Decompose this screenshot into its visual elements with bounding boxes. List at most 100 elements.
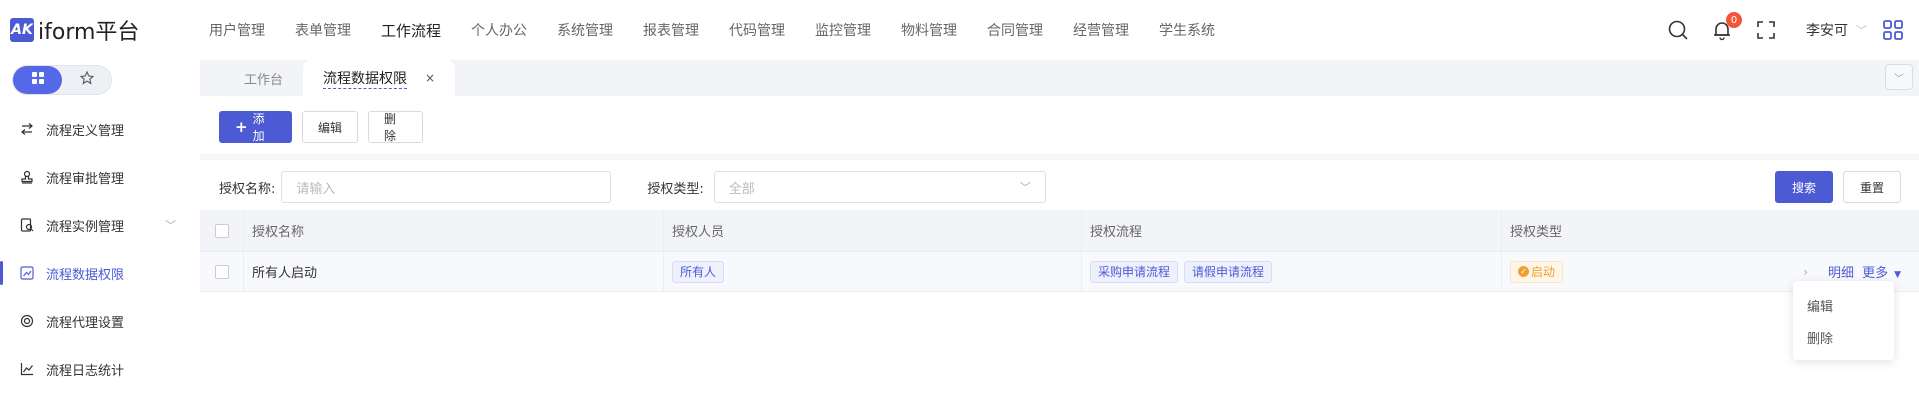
- nav-item-form[interactable]: 表单管理: [295, 20, 351, 40]
- tab-label: 流程数据权限: [323, 68, 407, 89]
- edit-button[interactable]: 编辑: [302, 111, 358, 143]
- edit-chart-icon: [20, 266, 34, 280]
- reset-button[interactable]: 重置: [1842, 171, 1901, 203]
- nav-item-code[interactable]: 代码管理: [729, 20, 785, 40]
- filter-bar: 授权名称: 请输入 授权类型: 全部 ﹀ 搜索 重置: [219, 164, 1919, 210]
- table-row[interactable]: 所有人启动 所有人 采购申请流程 请假申请流程 ✓ 启动 › 明细 更多 ▼: [200, 252, 1919, 292]
- cell-name: 所有人启动: [244, 252, 664, 291]
- chevron-right-icon[interactable]: ›: [1803, 265, 1808, 279]
- chevron-down-icon: ﹀: [1894, 73, 1904, 85]
- nav-item-contract[interactable]: 合同管理: [987, 20, 1043, 40]
- nav-item-report[interactable]: 报表管理: [643, 20, 699, 40]
- name-filter-input[interactable]: 请输入: [281, 171, 612, 203]
- row-checkbox-cell: [200, 252, 244, 291]
- menu-item-delete[interactable]: 删除: [1793, 321, 1894, 353]
- logo-mark: AK: [10, 18, 34, 42]
- stamp-icon: [20, 170, 34, 184]
- top-bar: AK iform平台 用户管理 表单管理 工作流程 个人办公 系统管理 报表管理…: [0, 0, 1919, 60]
- sidebar-item-label: 流程日志统计: [46, 363, 125, 379]
- column-header: 授权流程: [1082, 210, 1502, 251]
- add-button[interactable]: + 添加: [219, 111, 292, 143]
- chevron-down-icon: ﹀: [1019, 181, 1031, 194]
- nav-item-material[interactable]: 物料管理: [901, 20, 957, 40]
- sidebar-item-definition[interactable]: 流程定义管理: [0, 105, 200, 153]
- sidebar-item-approval[interactable]: 流程审批管理: [0, 153, 200, 201]
- arrows-swap-icon: [20, 122, 34, 136]
- nav-item-student[interactable]: 学生系统: [1159, 20, 1215, 40]
- type-filter-label: 授权类型:: [647, 181, 704, 197]
- app-logo[interactable]: AK iform平台: [10, 14, 195, 46]
- nav-item-monitor[interactable]: 监控管理: [815, 20, 871, 40]
- side-menu: 流程定义管理 流程审批管理 流程实例管理 ﹀ 流程数据权限 流程代理设置 流程日…: [0, 105, 200, 393]
- search-button[interactable]: 搜索: [1774, 171, 1833, 203]
- cell-processes: 采购申请流程 请假申请流程: [1082, 252, 1502, 291]
- name-filter-label: 授权名称:: [219, 181, 276, 197]
- tab-data-permission[interactable]: 流程数据权限 ×: [303, 60, 456, 96]
- nav-item-workflow[interactable]: 工作流程: [381, 20, 441, 41]
- table-header: 授权名称 授权人员 授权流程 授权类型: [200, 210, 1919, 252]
- add-label: 添加: [252, 112, 265, 143]
- agent-icon: [20, 314, 34, 328]
- row-actions: › 明细 更多 ▼: [1803, 262, 1901, 282]
- logo-text: iform平台: [38, 20, 140, 45]
- name-filter-placeholder: 请输入: [296, 181, 336, 197]
- type-tag-label: 启动: [1531, 265, 1556, 279]
- tab-workbench[interactable]: 工作台: [244, 60, 283, 96]
- notification-badge: 0: [1726, 12, 1742, 28]
- caret-down-icon: ▼: [1894, 270, 1901, 280]
- permission-table: 授权名称 授权人员 授权流程 授权类型 所有人启动 所有人 采购申请流程 请假申…: [200, 210, 1919, 292]
- filter-actions: 搜索 重置: [1765, 171, 1901, 203]
- sidebar-item-label: 流程数据权限: [46, 267, 125, 283]
- sidebar: 流程定义管理 流程审批管理 流程实例管理 ﹀ 流程数据权限 流程代理设置 流程日…: [0, 60, 200, 394]
- type-filter-select[interactable]: 全部 ﹀: [713, 171, 1046, 203]
- process-tag: 请假申请流程: [1184, 260, 1273, 283]
- grid-icon: [31, 72, 44, 88]
- fullscreen-icon[interactable]: [1754, 18, 1778, 42]
- plus-icon: +: [235, 118, 248, 136]
- nav-item-user[interactable]: 用户管理: [209, 20, 265, 40]
- page-tabs: 工作台 流程数据权限 × ﹀: [200, 60, 1919, 96]
- select-all-checkbox[interactable]: [214, 223, 229, 238]
- top-nav: 用户管理 表单管理 工作流程 个人办公 系统管理 报表管理 代码管理 监控管理 …: [209, 20, 1245, 41]
- nav-item-system[interactable]: 系统管理: [557, 20, 613, 40]
- close-icon[interactable]: ×: [425, 71, 435, 85]
- check-circle-icon: ✓: [1518, 266, 1529, 277]
- sidebar-view-toggle: [12, 65, 112, 95]
- menu-view-button[interactable]: [13, 66, 62, 94]
- cell-persons: 所有人: [664, 252, 1082, 291]
- sidebar-item-label: 流程定义管理: [46, 123, 125, 139]
- sidebar-item-log[interactable]: 流程日志统计: [0, 345, 200, 393]
- favorites-view-button[interactable]: [62, 66, 111, 94]
- sidebar-item-label: 流程审批管理: [46, 171, 125, 187]
- chevron-down-icon[interactable]: ﹀: [1856, 22, 1867, 38]
- type-tag: ✓ 启动: [1510, 260, 1564, 283]
- more-label: 更多: [1862, 266, 1889, 281]
- username[interactable]: 李安可: [1806, 20, 1848, 40]
- column-header: 授权类型: [1510, 225, 1563, 240]
- row-checkbox[interactable]: [214, 264, 229, 279]
- sidebar-item-data-permission[interactable]: 流程数据权限: [0, 249, 200, 297]
- chevron-down-icon[interactable]: ﹀: [165, 217, 176, 233]
- sidebar-item-instance[interactable]: 流程实例管理 ﹀: [0, 201, 200, 249]
- search-icon[interactable]: [1666, 18, 1690, 42]
- bell-icon[interactable]: 0: [1710, 12, 1742, 42]
- header-actions: 0 李安可 ﹀: [1666, 0, 1919, 60]
- sidebar-item-label: 流程代理设置: [46, 315, 125, 331]
- toolbar: + 添加 编辑 删除: [219, 111, 433, 143]
- nav-item-office[interactable]: 个人办公: [471, 20, 527, 40]
- more-dropdown-menu: 编辑 删除: [1793, 281, 1894, 360]
- sidebar-item-agent[interactable]: 流程代理设置: [0, 297, 200, 345]
- detail-link[interactable]: 明细: [1828, 262, 1854, 281]
- menu-item-edit[interactable]: 编辑: [1793, 289, 1894, 321]
- tabs-menu-button[interactable]: ﹀: [1885, 64, 1913, 90]
- nav-item-business[interactable]: 经营管理: [1073, 20, 1129, 40]
- line-chart-icon: [20, 362, 34, 376]
- tab-label: 工作台: [244, 72, 284, 88]
- main-content: + 添加 编辑 删除 授权名称: 请输入 授权类型: 全部 ﹀ 搜索 重置 授权…: [200, 96, 1919, 394]
- type-filter-value: 全部: [728, 181, 755, 197]
- person-tag: 所有人: [672, 260, 725, 283]
- more-link[interactable]: 更多 ▼: [1862, 262, 1901, 281]
- process-tag: 采购申请流程: [1090, 260, 1179, 283]
- delete-button[interactable]: 删除: [368, 111, 423, 143]
- apps-grid-icon[interactable]: [1881, 18, 1905, 42]
